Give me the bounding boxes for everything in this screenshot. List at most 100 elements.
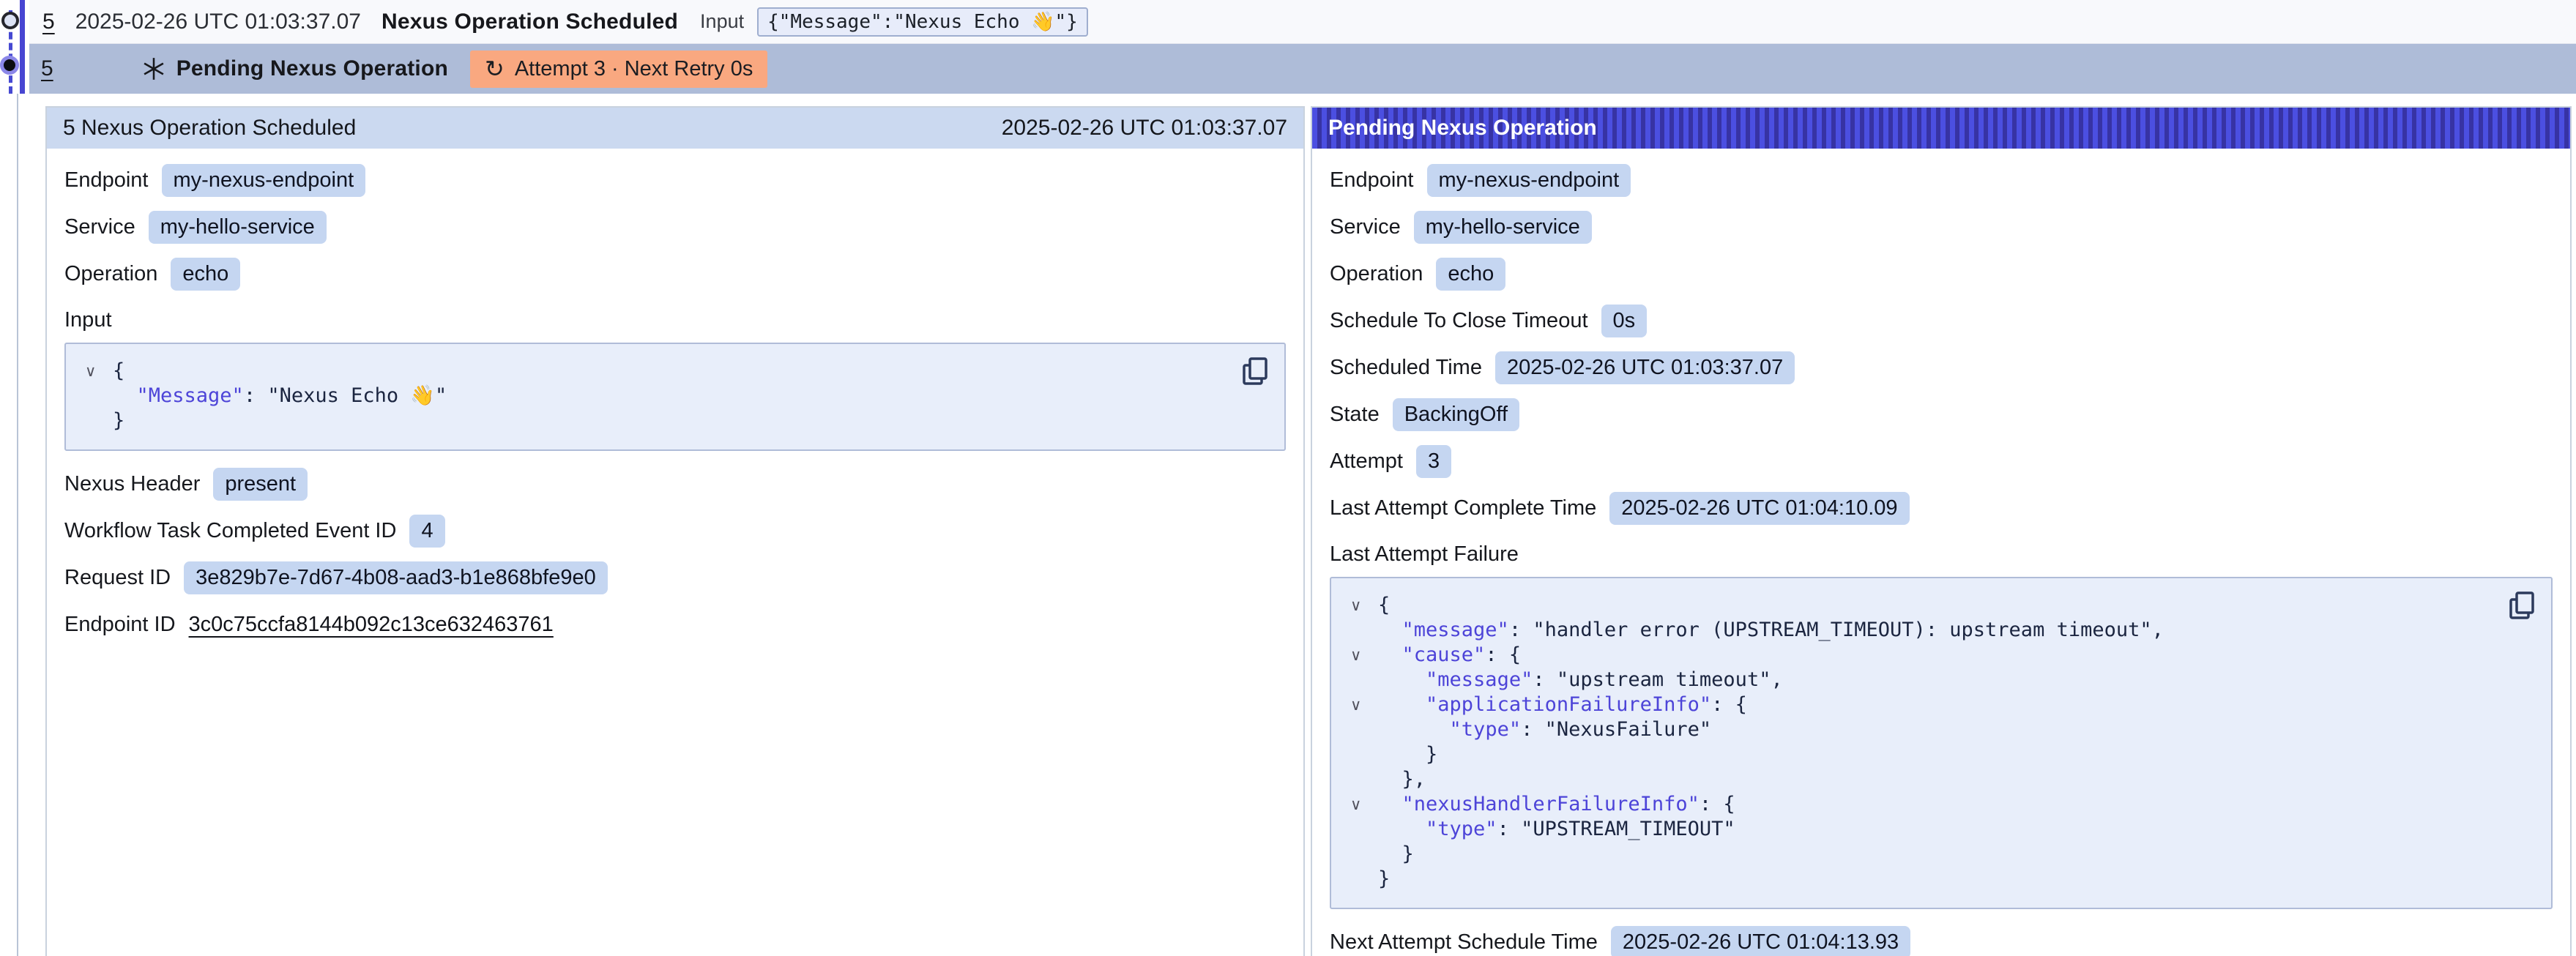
field-row: Next Attempt Schedule Time 2025-02-26 UT… [1330, 925, 2553, 956]
event-timestamp: 2025-02-26 UTC 01:03:37.07 [75, 10, 361, 34]
json-line: ∨{ [113, 359, 1233, 384]
field-label: Attempt [1330, 449, 1403, 474]
json-line: ∨ "nexusHandlerFailureInfo": { [1378, 792, 2500, 817]
field-value-badge: my-hello-service [1414, 211, 1592, 244]
collapse-chevron-icon[interactable]: ∨ [1350, 643, 1361, 668]
field-value-badge: 2025-02-26 UTC 01:03:37.07 [1495, 351, 1795, 384]
failure-section-label: Last Attempt Failure [1330, 542, 2553, 567]
field-row: Last Attempt Complete Time 2025-02-26 UT… [1330, 491, 2553, 525]
field-row: Request ID 3e829b7e-7d67-4b08-aad3-b1e86… [64, 561, 1286, 594]
json-line: } [1378, 867, 2500, 892]
json-line: ∨{ [1378, 593, 2500, 618]
field-value-badge: echo [1436, 258, 1505, 291]
field-row: Nexus Header present [64, 467, 1286, 501]
field-label: Endpoint ID [64, 613, 176, 637]
input-preview-badge: {"Message":"Nexus Echo 👋"} [757, 7, 1088, 37]
event-detail-body: Endpoint my-nexus-endpoint Service my-he… [47, 149, 1303, 669]
selected-event-bar [20, 0, 25, 94]
retry-attempt-badge: ↻ Attempt 3 · Next Retry 0s [470, 51, 767, 88]
field-row: Endpoint my-nexus-endpoint [64, 163, 1286, 197]
field-label: Service [64, 215, 135, 239]
pending-panel-header: Pending Nexus Operation [1312, 108, 2570, 149]
field-value-badge: BackingOff [1393, 398, 1519, 431]
field-label: Operation [64, 262, 157, 286]
pending-panel-title: Pending Nexus Operation [1328, 116, 1597, 141]
input-json-viewer: ∨{ "Message": "Nexus Echo 👋" } [64, 343, 1286, 451]
field-value-badge: 2025-02-26 UTC 01:04:13.93 [1611, 926, 1910, 956]
field-label: Workflow Task Completed Event ID [64, 519, 396, 543]
json-line: "message": "upstream timeout", [1378, 668, 2500, 692]
field-value-badge: my-hello-service [149, 211, 327, 244]
endpoint-id-link[interactable]: 3c0c75ccfa8144b092c13ce632463761 [189, 613, 554, 637]
field-label: Endpoint [1330, 168, 1414, 193]
timeline-track [17, 94, 18, 956]
event-detail-title: 5 Nexus Operation Scheduled [63, 116, 356, 141]
field-label: Request ID [64, 566, 171, 590]
event-marker-circle-icon [1, 12, 19, 29]
pending-panel-body: Endpoint my-nexus-endpoint Service my-he… [1312, 149, 2570, 956]
event-detail-panels: 5 Nexus Operation Scheduled 2025-02-26 U… [45, 106, 2572, 956]
collapse-chevron-icon[interactable]: ∨ [85, 359, 96, 384]
input-label: Input [700, 10, 744, 33]
field-label: Operation [1330, 262, 1423, 286]
copy-button[interactable] [2506, 590, 2538, 624]
event-detail-header: 5 Nexus Operation Scheduled 2025-02-26 U… [47, 108, 1303, 149]
pending-operation-row[interactable]: 5 Pending Nexus Operation ↻ Attempt 3 · … [29, 44, 2576, 94]
copy-button[interactable] [1239, 356, 1271, 389]
retry-icon: ↻ [485, 57, 505, 81]
json-line: "type": "UPSTREAM_TIMEOUT" [1378, 817, 2500, 842]
json-line: ∨ "cause": { [1378, 643, 2500, 668]
field-row: Scheduled Time 2025-02-26 UTC 01:03:37.0… [1330, 351, 2553, 384]
field-value-badge: echo [171, 258, 240, 291]
field-label: Nexus Header [64, 472, 200, 496]
field-label: Service [1330, 215, 1401, 239]
field-label: State [1330, 403, 1380, 427]
field-value-badge: my-nexus-endpoint [162, 164, 366, 197]
json-line: } [113, 408, 1233, 433]
pending-operation-icon [141, 56, 166, 81]
field-value-badge: 3e829b7e-7d67-4b08-aad3-b1e868bfe9e0 [184, 561, 608, 594]
pending-operation-panel: Pending Nexus Operation Endpoint my-nexu… [1311, 106, 2572, 956]
field-value-badge: present [213, 468, 308, 501]
collapse-chevron-icon[interactable]: ∨ [1350, 693, 1361, 718]
json-line: ∨ "applicationFailureInfo": { [1378, 692, 2500, 717]
failure-json-viewer: ∨{ "message": "handler error (UPSTREAM_T… [1330, 577, 2553, 909]
pending-marker-dot-icon [0, 56, 19, 75]
field-label: Endpoint [64, 168, 149, 193]
event-id-link[interactable]: 5 [42, 10, 55, 34]
pending-operation-title: Pending Nexus Operation [176, 56, 448, 81]
copy-icon [2507, 590, 2536, 622]
field-row: Operation echo [1330, 257, 2553, 291]
field-row: Service my-hello-service [64, 210, 1286, 244]
json-line: } [1378, 742, 2500, 767]
field-row: Service my-hello-service [1330, 210, 2553, 244]
field-value-badge: 2025-02-26 UTC 01:04:10.09 [1609, 492, 1909, 525]
retry-attempt-label: Attempt 3 · Next Retry 0s [515, 57, 753, 81]
field-row: Endpoint ID 3c0c75ccfa8144b092c13ce63246… [64, 608, 1286, 641]
field-value-badge: 4 [409, 515, 444, 548]
field-row: Operation echo [64, 257, 1286, 291]
field-row: Workflow Task Completed Event ID 4 [64, 514, 1286, 548]
event-history-view: 5 2025-02-26 UTC 01:03:37.07 Nexus Opera… [0, 0, 2576, 956]
field-value-badge: 3 [1416, 445, 1451, 478]
collapse-chevron-icon[interactable]: ∨ [1350, 594, 1361, 619]
field-label: Next Attempt Schedule Time [1330, 930, 1598, 955]
copy-icon [1240, 356, 1270, 388]
collapse-chevron-icon[interactable]: ∨ [1350, 793, 1361, 818]
event-summary-row[interactable]: 5 2025-02-26 UTC 01:03:37.07 Nexus Opera… [29, 0, 2576, 44]
event-id-link[interactable]: 5 [41, 56, 53, 81]
field-label: Schedule To Close Timeout [1330, 309, 1588, 333]
field-value-badge: my-nexus-endpoint [1427, 164, 1631, 197]
event-detail-timestamp: 2025-02-26 UTC 01:03:37.07 [1002, 116, 1287, 141]
field-value-badge: 0s [1601, 305, 1648, 337]
event-name: Nexus Operation Scheduled [381, 10, 678, 34]
field-row: State BackingOff [1330, 397, 2553, 431]
json-line: } [1378, 842, 2500, 867]
field-label: Scheduled Time [1330, 356, 1482, 380]
field-row: Endpoint my-nexus-endpoint [1330, 163, 2553, 197]
json-line: "message": "handler error (UPSTREAM_TIME… [1378, 618, 2500, 643]
field-row: Attempt 3 [1330, 444, 2553, 478]
input-section-label: Input [64, 308, 1286, 332]
field-row: Schedule To Close Timeout 0s [1330, 304, 2553, 337]
json-line: }, [1378, 767, 2500, 792]
